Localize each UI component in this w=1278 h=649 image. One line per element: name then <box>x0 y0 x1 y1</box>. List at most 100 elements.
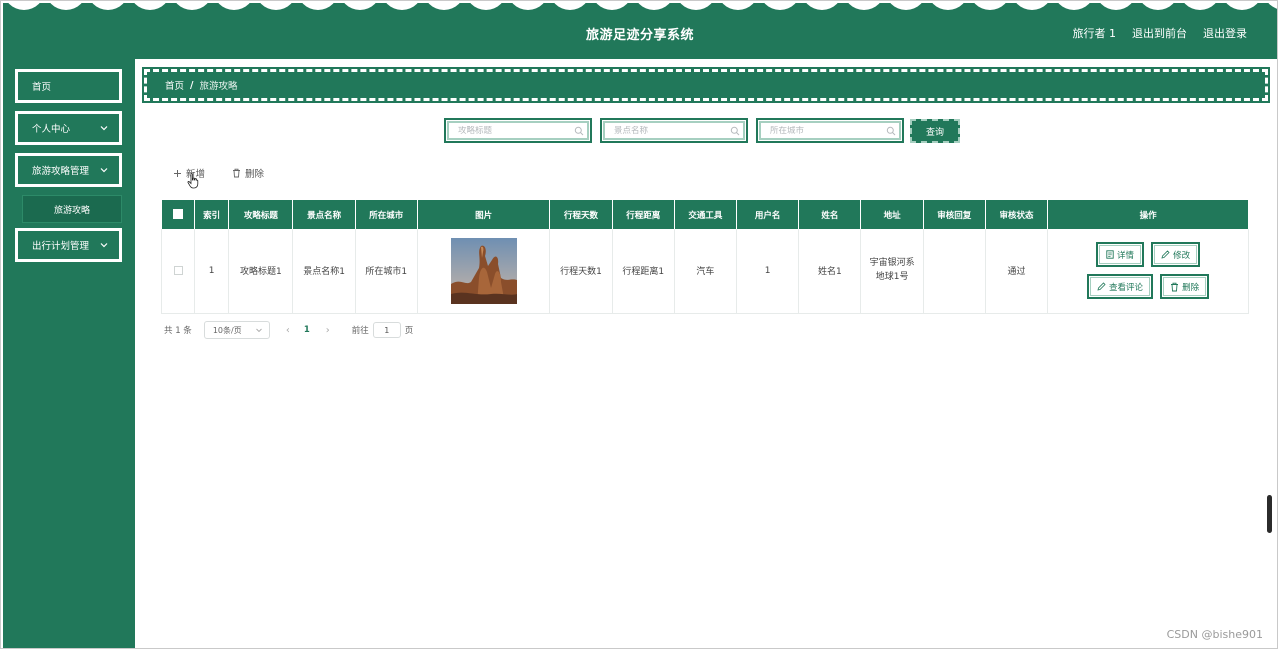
sidebar-item-label: 出行计划管理 <box>32 241 90 252</box>
page-size-select[interactable]: 10条/页 <box>203 321 270 339</box>
travel-guide-table: 索引 攻略标题 景点名称 所在城市 图片 行程天数 行程距离 交通工具 用户名 … <box>160 200 1249 314</box>
cell-days: 行程天数1 <box>549 229 613 314</box>
column-header: 索引 <box>194 200 230 229</box>
column-header: 交通工具 <box>674 200 738 229</box>
column-header: 行程天数 <box>549 200 613 229</box>
scallop-decoration <box>8 3 1277 10</box>
detail-label: 详情 <box>1117 250 1135 261</box>
cell-scenic: 景点名称1 <box>292 229 356 314</box>
cell-index: 1 <box>194 229 230 314</box>
sidebar-item-guide-management[interactable]: 旅游攻略管理 <box>14 152 123 188</box>
column-header: 所在城市 <box>355 200 418 229</box>
goto-page-input[interactable] <box>372 322 401 338</box>
cell-address: 宇宙银河系地球1号 <box>860 229 924 314</box>
column-header: 审核状态 <box>985 200 1049 229</box>
detail-button[interactable]: 详情 <box>1096 242 1145 268</box>
breadcrumb-separator: / <box>190 79 194 91</box>
actions-row: 详情 修改 <box>1096 242 1201 268</box>
cell-image <box>417 229 551 314</box>
cell-city: 所在城市1 <box>355 229 418 314</box>
trash-icon <box>233 168 240 178</box>
edit-button[interactable]: 修改 <box>1151 242 1201 268</box>
breadcrumb: 首页 / 旅游攻略 <box>142 67 1270 103</box>
hand-cursor-icon <box>187 173 199 189</box>
breadcrumb-home[interactable]: 首页 <box>165 78 184 92</box>
scenic-search-input[interactable] <box>614 125 724 136</box>
cell-username: 1 <box>736 229 800 314</box>
column-header: 姓名 <box>798 200 862 229</box>
city-search-field[interactable] <box>756 118 904 143</box>
top-header: 旅游足迹分享系统 旅行者 1 退出到前台 退出登录 <box>3 3 1277 59</box>
page-size-value: 10条/页 <box>212 325 242 335</box>
table-header-row: 索引 攻略标题 景点名称 所在城市 图片 行程天数 行程距离 交通工具 用户名 … <box>161 200 1249 229</box>
title-search-input[interactable] <box>458 125 568 136</box>
delete-label: 删除 <box>245 169 265 180</box>
sidebar-item-label: 个人中心 <box>32 124 71 135</box>
actions-row: 查看评论 删除 <box>1087 274 1210 300</box>
title-search-field[interactable] <box>444 118 592 143</box>
batch-delete-button[interactable]: 删除 <box>232 166 264 180</box>
cell-distance: 行程距离1 <box>612 229 675 314</box>
select-all-cell[interactable] <box>161 200 196 229</box>
sidebar-item-label: 首页 <box>32 82 52 93</box>
total-count: 共 1 条 <box>164 326 192 336</box>
page-suffix: 页 <box>404 326 414 336</box>
row-select-cell[interactable] <box>160 229 196 314</box>
cell-title: 攻略标题1 <box>228 229 294 314</box>
view-comments-label: 查看评论 <box>1109 282 1144 293</box>
column-header: 地址 <box>860 200 924 229</box>
chevron-down-icon <box>100 126 108 131</box>
plus-icon <box>174 169 181 177</box>
cell-name: 姓名1 <box>798 229 862 314</box>
address-text: 宇宙银河系地球1号 <box>869 258 915 282</box>
chevron-down-icon <box>100 243 108 248</box>
column-header: 操作 <box>1047 200 1249 229</box>
prev-page-button[interactable]: ‹ <box>286 325 290 336</box>
row-delete-button[interactable]: 删除 <box>1160 274 1210 300</box>
column-header: 图片 <box>417 200 551 229</box>
column-header: 用户名 <box>736 200 800 229</box>
sidebar: 首页 个人中心 旅游攻略管理 旅游攻略 出行计划管理 <box>3 59 135 648</box>
sidebar-item-personal-center[interactable]: 个人中心 <box>14 110 123 146</box>
exit-to-front-link[interactable]: 退出到前台 <box>1132 25 1187 41</box>
chevron-down-icon <box>255 328 262 333</box>
column-header: 审核回复 <box>923 200 986 229</box>
row-delete-label: 删除 <box>1182 282 1200 293</box>
pencil-icon <box>1097 282 1106 291</box>
query-button[interactable]: 查询 <box>910 119 960 143</box>
document-icon <box>1106 250 1114 259</box>
search-icon <box>730 126 740 136</box>
scenic-search-field[interactable] <box>600 118 748 143</box>
header-user-menu: 旅行者 1 退出到前台 退出登录 <box>1073 25 1248 41</box>
column-header: 攻略标题 <box>228 200 294 229</box>
sidebar-subitem-travel-guide[interactable]: 旅游攻略 <box>22 195 122 223</box>
cell-status: 通过 <box>985 229 1049 314</box>
sidebar-item-home[interactable]: 首页 <box>14 68 123 104</box>
column-header: 景点名称 <box>292 200 356 229</box>
breadcrumb-current: 旅游攻略 <box>199 81 238 92</box>
current-user[interactable]: 旅行者 1 <box>1073 25 1117 41</box>
row-checkbox[interactable] <box>173 265 183 275</box>
view-comments-button[interactable]: 查看评论 <box>1087 274 1154 300</box>
row-actions: 详情 修改 查看评论 删除 <box>1048 242 1248 300</box>
search-icon <box>574 126 584 136</box>
select-all-checkbox[interactable] <box>172 209 183 220</box>
sidebar-item-trip-plan-management[interactable]: 出行计划管理 <box>14 227 123 263</box>
next-page-button[interactable]: › <box>326 325 330 336</box>
chevron-down-icon <box>100 168 108 173</box>
vertical-scrollbar[interactable] <box>1267 495 1272 533</box>
cell-transport: 汽车 <box>674 229 738 314</box>
app-frame: 旅游足迹分享系统 旅行者 1 退出到前台 退出登录 首页 个人中心 旅游攻略管理… <box>0 0 1278 649</box>
search-icon <box>886 126 896 136</box>
scenic-photo[interactable] <box>450 237 517 304</box>
cell-reply <box>923 229 986 314</box>
trash-icon <box>1171 282 1179 292</box>
table-row: 1 攻略标题1 景点名称1 所在城市1 行程天数1 行程距离1 汽车 1 姓名1… <box>160 229 1249 314</box>
pagination: 共 1 条 10条/页 ‹ 1 › 前往 页 <box>164 321 413 339</box>
page-number[interactable]: 1 <box>304 325 310 335</box>
city-search-input[interactable] <box>770 125 880 136</box>
goto-label: 前往 <box>351 326 369 336</box>
pencil-icon <box>1161 250 1170 259</box>
cell-actions: 详情 修改 查看评论 删除 <box>1047 229 1249 314</box>
logout-link[interactable]: 退出登录 <box>1203 25 1247 41</box>
